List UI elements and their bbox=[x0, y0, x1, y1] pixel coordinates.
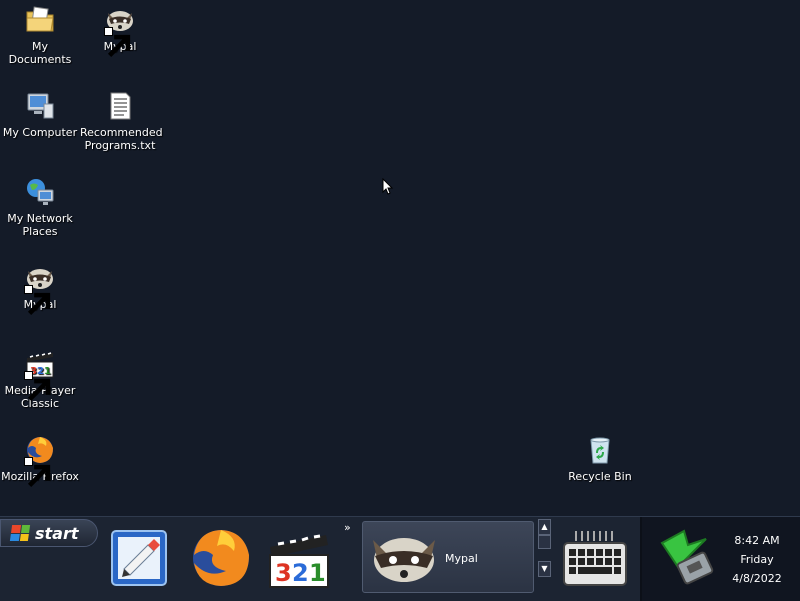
svg-text:3: 3 bbox=[275, 559, 292, 587]
quick-launch-firefox[interactable] bbox=[188, 525, 254, 591]
taskbar-scroll-middle[interactable] bbox=[538, 535, 551, 549]
network-places-icon bbox=[24, 176, 56, 208]
firefox-icon bbox=[193, 530, 249, 586]
show-desktop-icon bbox=[111, 530, 167, 586]
raccoon-icon bbox=[24, 262, 56, 316]
taskbar-button-label: Mypal bbox=[445, 552, 478, 565]
text-file-icon bbox=[104, 90, 136, 122]
desktop-icon-label: My Network Places bbox=[7, 212, 73, 238]
windows-logo-icon bbox=[9, 525, 31, 541]
firefox-icon bbox=[24, 434, 56, 488]
safely-remove-hardware-icon[interactable] bbox=[654, 523, 720, 589]
keyboard-icon bbox=[563, 531, 627, 586]
desktop-icon-mozilla-firefox[interactable]: Mozilla Firefox bbox=[0, 434, 80, 488]
shortcut-arrow-icon bbox=[104, 27, 131, 58]
clock-date: 4/8/2022 bbox=[732, 572, 782, 585]
start-button[interactable]: start bbox=[0, 519, 98, 547]
desktop-icon-media-player-classic[interactable]: 321 Media Player Classic bbox=[0, 348, 80, 410]
shortcut-arrow-icon bbox=[24, 371, 51, 402]
mpc-icon: 3 2 1 bbox=[269, 534, 329, 588]
desktop-icon-recycle-bin[interactable]: Recycle Bin bbox=[560, 434, 640, 483]
desktop-icon-label: My Computer bbox=[2, 126, 78, 139]
desktop-icon-my-documents[interactable]: My Documents bbox=[0, 4, 80, 66]
system-tray: 8:42 AM Friday 4/8/2022 bbox=[642, 517, 800, 601]
svg-text:2: 2 bbox=[292, 559, 309, 587]
desktop-icon-label: Recommended Programs.txt bbox=[80, 126, 163, 152]
clock-day: Friday bbox=[740, 553, 774, 566]
quick-launch-media-player-classic[interactable]: 3 2 1 bbox=[266, 525, 332, 591]
taskbar-scroll-up-button[interactable]: ▲ bbox=[538, 519, 551, 535]
taskbar: start 3 2 1 » Mypal ▲ ▼ 8:42 AM Friday 4… bbox=[0, 516, 800, 601]
taskbar-button-mypal[interactable]: Mypal bbox=[362, 521, 534, 593]
desktop-icon-mypal[interactable]: Mypal bbox=[0, 262, 80, 316]
mpc-icon: 321 bbox=[24, 348, 56, 402]
mouse-cursor-icon bbox=[382, 178, 394, 195]
folder-documents-icon bbox=[24, 4, 56, 36]
start-label: start bbox=[35, 523, 79, 543]
clock[interactable]: 8:42 AM Friday 4/8/2022 bbox=[724, 531, 790, 588]
quick-launch-show-desktop[interactable] bbox=[108, 525, 174, 591]
desktop-icon-my-network-places[interactable]: My Network Places bbox=[0, 176, 80, 238]
desktop-icon-my-computer[interactable]: My Computer bbox=[0, 90, 80, 139]
taskbar-scroll-down-button[interactable]: ▼ bbox=[538, 561, 551, 577]
shortcut-arrow-icon bbox=[24, 457, 51, 488]
desktop-icon-recommended-programs[interactable]: Recommended Programs.txt bbox=[80, 90, 163, 152]
raccoon-icon bbox=[104, 4, 136, 58]
computer-icon bbox=[24, 90, 56, 122]
recycle-bin-icon bbox=[584, 434, 616, 466]
desktop-icon-label: Recycle Bin bbox=[568, 470, 632, 483]
clock-time: 8:42 AM bbox=[734, 534, 780, 547]
desktop-icon-mypal[interactable]: Mypal bbox=[80, 4, 160, 58]
desktop-icon-label: My Documents bbox=[8, 40, 72, 66]
svg-text:1: 1 bbox=[309, 559, 326, 587]
quick-launch-overflow-chevron[interactable]: » bbox=[344, 521, 351, 534]
on-screen-keyboard-button[interactable] bbox=[562, 527, 628, 593]
shortcut-arrow-icon bbox=[24, 285, 51, 316]
raccoon-icon bbox=[373, 538, 435, 582]
